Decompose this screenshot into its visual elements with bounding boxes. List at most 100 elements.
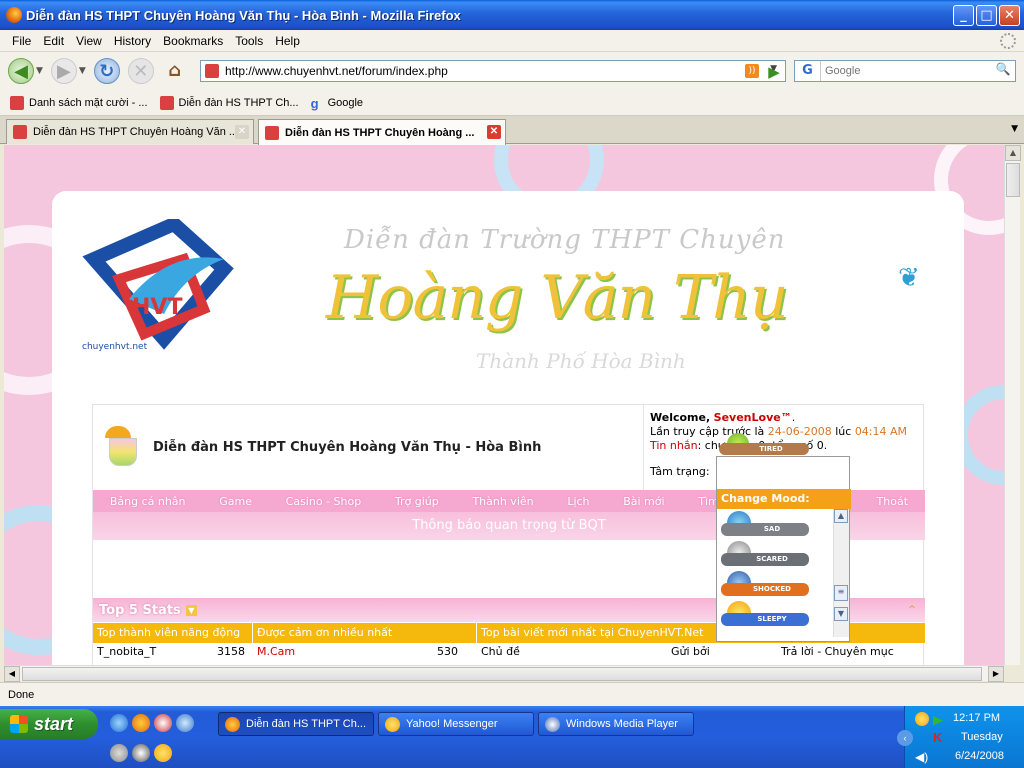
tab-close-icon[interactable]: ✕ xyxy=(235,125,249,139)
bookmark-item[interactable]: Danh sách mặt cười - ... xyxy=(10,95,148,110)
reload-button[interactable]: ↻ xyxy=(93,58,120,84)
page-horizontal-scrollbar[interactable]: ◀ ▶ xyxy=(4,665,1004,682)
search-input[interactable] xyxy=(825,62,985,80)
menu-tools[interactable]: Tools xyxy=(235,34,263,48)
menu-view[interactable]: View xyxy=(76,34,102,48)
status-text: Done xyxy=(8,688,35,701)
tab-1[interactable]: Diễn đàn HS THPT Chuyên Hoàng Văn ... ✕ xyxy=(6,119,254,144)
nav-help[interactable]: Trợ giúp xyxy=(395,495,439,508)
stats-cell: 3158 xyxy=(217,645,245,658)
home-button[interactable]: ⌂ xyxy=(162,58,188,84)
window-title: Diễn đàn HS THPT Chuyên Hoàng Văn Thụ - … xyxy=(26,7,461,23)
menu-help[interactable]: Help xyxy=(275,34,300,48)
last-visit-time: 04:14 AM xyxy=(854,425,908,438)
antivirus-tray-icon[interactable]: K xyxy=(933,730,947,745)
tab-list-chevron-down-icon[interactable]: ▼ xyxy=(1011,124,1018,134)
logo-text: chuyenhvt.net xyxy=(82,342,148,352)
player-quicklaunch-icon[interactable] xyxy=(132,744,150,762)
mood-list: SAD SCARED SHOCKED SLEEPY xyxy=(717,509,835,637)
windows-logo-icon xyxy=(10,715,28,733)
nav-casino-shop[interactable]: Casino - Shop xyxy=(286,495,362,508)
tab-2[interactable]: Diễn đàn HS THPT Chuyên Hoàng ... ✕ xyxy=(258,119,506,145)
maximize-button[interactable]: □ xyxy=(976,5,997,26)
scroll-thumb[interactable] xyxy=(1006,163,1020,197)
mood-list-scrollbar[interactable]: ▲ ≡ ▼ xyxy=(833,509,849,637)
taskbar-button-firefox[interactable]: Diễn đàn HS THPT Ch... xyxy=(218,712,374,736)
search-magnifier-icon[interactable]: 🔍 xyxy=(993,62,1013,80)
tab-favicon-icon xyxy=(265,125,279,140)
page-vertical-scrollbar[interactable]: ▲ xyxy=(1004,145,1021,665)
close-button[interactable]: ✕ xyxy=(999,5,1020,26)
scroll-right-icon[interactable]: ▶ xyxy=(988,666,1004,682)
site-logo[interactable]: HVT chuyenhvt.net xyxy=(74,219,254,369)
address-url[interactable]: http://www.chuyenhvt.net/forum/index.php xyxy=(225,64,448,78)
taskbar-button-media-player[interactable]: Windows Media Player xyxy=(538,712,694,736)
address-bar[interactable]: http://www.chuyenhvt.net/forum/index.php… xyxy=(200,60,786,82)
nav-new-posts[interactable]: Bài mới xyxy=(623,495,664,508)
back-button[interactable]: ◀ xyxy=(8,58,34,84)
desktop-quicklaunch-icon[interactable] xyxy=(176,714,194,732)
windows-taskbar: start Diễn đàn HS THPT Ch... Yahoo! Mess… xyxy=(0,706,1024,768)
rss-feed-icon[interactable]: )) xyxy=(745,64,759,78)
search-engine-google-icon[interactable]: G xyxy=(795,61,821,81)
forum-header: Diễn đàn HS THPT Chuyên Hoàng Văn Thụ - … xyxy=(93,405,643,490)
taskbar-button-yahoo-messenger[interactable]: Yahoo! Messenger xyxy=(378,712,534,736)
scroll-up-icon[interactable]: ▲ xyxy=(1005,145,1021,161)
tray-collapse-chevron-icon[interactable]: ‹ xyxy=(897,730,913,746)
change-mood-header: Change Mood: xyxy=(717,489,851,509)
mood-option-sad[interactable]: SAD xyxy=(717,509,835,539)
nav-logout[interactable]: Thoát xyxy=(877,495,908,508)
scroll-up-icon[interactable]: ▲ xyxy=(834,509,848,523)
forum-name: Diễn đàn HS THPT Chuyên Hoàng Văn Thụ - … xyxy=(153,440,542,455)
butterfly-icon: ❦ xyxy=(898,263,920,293)
stats-cell[interactable]: T_nobita_T xyxy=(93,645,213,661)
play-tray-icon[interactable]: ▶ xyxy=(933,712,947,727)
current-mood[interactable]: TIRED xyxy=(717,431,817,457)
menu-file[interactable]: File xyxy=(12,34,31,48)
stats-dropdown-icon[interactable]: ▼ xyxy=(185,604,197,616)
back-history-dropdown[interactable]: ▼ xyxy=(36,66,43,76)
nav-members[interactable]: Thành viên xyxy=(472,495,533,508)
forward-history-dropdown[interactable]: ▼ xyxy=(79,66,86,76)
stats-cell[interactable]: M.Cam xyxy=(253,645,433,661)
scroll-down-icon[interactable]: ▼ xyxy=(834,607,848,621)
menu-edit[interactable]: Edit xyxy=(43,34,64,48)
private-messages-link[interactable]: Tin nhắn xyxy=(650,439,698,452)
username-link[interactable]: SevenLove™ xyxy=(714,411,792,424)
nav-calendar[interactable]: Lịch xyxy=(567,495,589,508)
tab-favicon-icon xyxy=(13,125,27,139)
menu-bookmarks[interactable]: Bookmarks xyxy=(163,34,223,48)
go-button[interactable]: ▶ xyxy=(764,62,784,82)
firefox-quicklaunch-icon[interactable] xyxy=(132,714,150,732)
stats-col-latest-posts: Top bài viết mới nhất tại ChuyenHVT.Net xyxy=(481,626,704,639)
nav-game[interactable]: Game xyxy=(219,495,252,508)
yahoo-smiley-quicklaunch-icon[interactable] xyxy=(154,744,172,762)
nav-user-cp[interactable]: Bảng cá nhân xyxy=(110,495,186,508)
mood-option-sleepy[interactable]: SLEEPY xyxy=(717,599,835,629)
forward-button[interactable]: ▶ xyxy=(50,58,77,84)
scroll-thumb[interactable]: ≡ xyxy=(834,585,848,601)
stats-cell: Trả lời - Chuyên mục xyxy=(781,645,894,658)
welcome-label: Welcome, xyxy=(650,411,711,424)
menu-history[interactable]: History xyxy=(114,34,151,48)
computer-quicklaunch-icon[interactable] xyxy=(110,744,128,762)
system-tray: ▶ K ◀) ‹ 12:17 PM Tuesday 6/24/2008 xyxy=(897,706,1024,768)
scroll-thumb[interactable] xyxy=(22,667,982,681)
collapse-icon[interactable]: ⌃ xyxy=(907,603,917,617)
scroll-left-icon[interactable]: ◀ xyxy=(4,666,20,682)
stop-button[interactable]: ✕ xyxy=(127,58,154,84)
bookmark-item[interactable]: Diễn đàn HS THPT Ch... xyxy=(159,95,299,110)
mood-option-scared[interactable]: SCARED xyxy=(717,539,835,569)
internet-explorer-icon[interactable] xyxy=(110,714,128,732)
bookmark-item[interactable]: g Google xyxy=(310,95,363,111)
google-favicon-icon: g xyxy=(310,95,319,111)
volume-tray-icon[interactable]: ◀) xyxy=(915,750,929,764)
minimize-button[interactable]: _ xyxy=(953,5,974,26)
table-row: T_nobita_T 3158 M.Cam 530 Chủ đề Gửi bởi… xyxy=(93,645,925,661)
start-button[interactable]: start xyxy=(0,709,98,739)
media-quicklaunch-icon[interactable] xyxy=(154,714,172,732)
yahoo-tray-icon[interactable] xyxy=(915,712,929,726)
menubar: File Edit View History Bookmarks Tools H… xyxy=(0,30,1024,52)
tab-close-icon[interactable]: ✕ xyxy=(487,125,501,139)
mood-option-shocked[interactable]: SHOCKED xyxy=(717,569,835,599)
